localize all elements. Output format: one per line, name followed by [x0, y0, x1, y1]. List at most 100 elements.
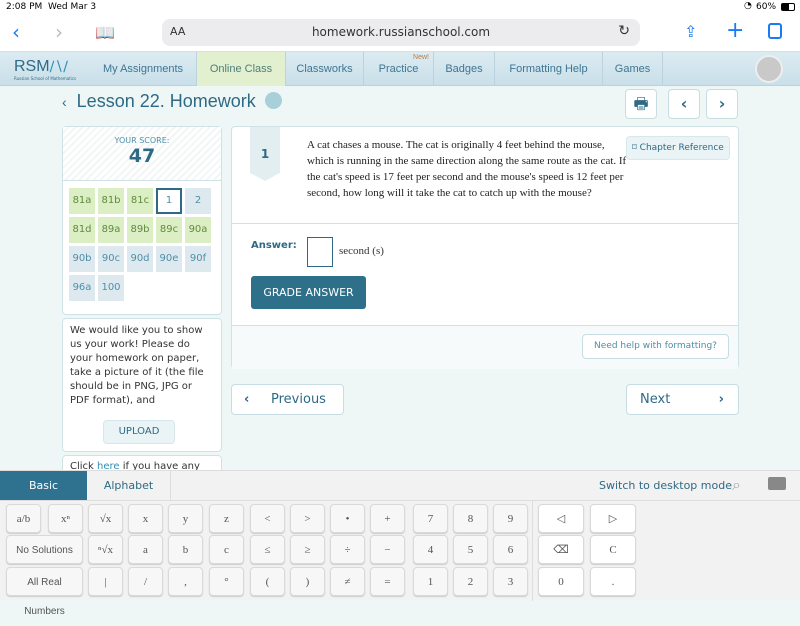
key-side-2-1[interactable]: . [590, 567, 636, 596]
formatting-help-button[interactable]: Need help with formatting? [582, 334, 729, 359]
key-0-4[interactable]: y [168, 504, 203, 533]
new-tab-icon[interactable]: + [726, 18, 744, 43]
battery-level: 60% [756, 2, 777, 12]
problem-100[interactable]: 100 [98, 275, 124, 301]
nav-badges[interactable]: Badges [433, 52, 494, 86]
problem-90f[interactable]: 90f [185, 246, 211, 272]
key-2-9[interactable]: 1 [413, 567, 448, 596]
key-0-3[interactable]: x [128, 504, 163, 533]
question-text: A cat chases a mouse. The cat is origina… [307, 139, 627, 199]
nav-classworks[interactable]: Classworks [285, 52, 363, 86]
key-side-0-1[interactable]: ▷ [590, 504, 636, 533]
tab-alphabet[interactable]: Alphabet [87, 471, 171, 500]
key-side-1-1[interactable]: C [590, 535, 636, 564]
key-2-7[interactable]: ≠ [330, 567, 365, 596]
key-2-11[interactable]: 3 [493, 567, 528, 596]
key-1-2[interactable]: a [128, 535, 163, 564]
key-side-1-0[interactable]: ⌫ [538, 535, 584, 564]
print-button[interactable]: 🖶 [625, 89, 657, 119]
problem-89a[interactable]: 89a [98, 217, 124, 243]
key-0-9[interactable]: + [370, 504, 405, 533]
chapter-reference-button[interactable]: ⌑ Chapter Reference [626, 136, 730, 160]
problem-2[interactable]: 2 [185, 188, 211, 214]
key-0-7[interactable]: > [290, 504, 325, 533]
problem-81b[interactable]: 81b [98, 188, 124, 214]
key-side-2-0[interactable]: 0 [538, 567, 584, 596]
answer-input[interactable] [307, 237, 333, 267]
tab-basic[interactable]: Basic [0, 471, 87, 500]
grade-answer-button[interactable]: GRADE ANSWER [251, 276, 366, 309]
share-icon[interactable]: ⇪ [684, 22, 697, 41]
keyboard-hide-icon[interactable] [768, 477, 786, 490]
score-label: YOUR SCORE: [114, 136, 170, 145]
key-0-6[interactable]: < [250, 504, 285, 533]
problem-90d[interactable]: 90d [127, 246, 153, 272]
key-1-5[interactable]: ≤ [250, 535, 285, 564]
nav-practice[interactable]: Practice New! [363, 52, 433, 86]
key-2-6[interactable]: ) [290, 567, 325, 596]
reload-icon[interactable]: ↻ [618, 23, 630, 39]
forward-icon[interactable]: › [55, 20, 63, 44]
key-0-0[interactable]: a/b [6, 504, 41, 533]
back-chevron-icon[interactable]: ‹ [62, 94, 67, 110]
nav-games[interactable]: Games [602, 52, 662, 86]
key-1-8[interactable]: − [370, 535, 405, 564]
bookmarks-icon[interactable]: 📖 [95, 23, 115, 42]
problem-81a[interactable]: 81a [69, 188, 95, 214]
key-1-3[interactable]: b [168, 535, 203, 564]
address-bar[interactable]: AA homework.russianschool.com ↻ [162, 19, 640, 46]
key-side-0-0[interactable]: ◁ [538, 504, 584, 533]
search-icon[interactable]: ⌕ [732, 475, 741, 495]
next-button[interactable]: Next › [626, 384, 739, 415]
key-2-8[interactable]: = [370, 567, 405, 596]
key-1-7[interactable]: ÷ [330, 535, 365, 564]
key-0-2[interactable]: √x [88, 504, 123, 533]
key-0-8[interactable]: • [330, 504, 365, 533]
key-0-12[interactable]: 9 [493, 504, 528, 533]
key-2-10[interactable]: 2 [453, 567, 488, 596]
lesson-doc-icon[interactable] [264, 92, 282, 109]
key-1-0[interactable]: No Solutions [6, 535, 83, 564]
key-2-4[interactable]: ° [209, 567, 244, 596]
nav-online-class[interactable]: Online Class [196, 52, 285, 86]
key-1-1[interactable]: ⁿ√x [88, 535, 123, 564]
desktop-mode-link[interactable]: Switch to desktop mode [599, 479, 732, 492]
nav-formatting-help[interactable]: Formatting Help [494, 52, 602, 86]
new-badge: New! [413, 54, 429, 61]
key-1-4[interactable]: c [209, 535, 244, 564]
rsm-logo[interactable]: RSM∕∖∕ Russian School of Mathematics [14, 56, 76, 81]
upload-button[interactable]: UPLOAD [103, 420, 175, 444]
key-2-0[interactable]: All Real Numbers [6, 567, 83, 617]
key-0-5[interactable]: z [209, 504, 244, 533]
nav-my-assignments[interactable]: My Assignments [92, 52, 194, 86]
problem-1[interactable]: 1 [156, 188, 182, 214]
key-1-9[interactable]: 4 [413, 535, 448, 564]
prev-problem-button[interactable]: ‹ [668, 89, 700, 119]
problem-96a[interactable]: 96a [69, 275, 95, 301]
next-problem-button[interactable]: › [706, 89, 738, 119]
problem-90b[interactable]: 90b [69, 246, 95, 272]
problem-81d[interactable]: 81d [69, 217, 95, 243]
problem-90c[interactable]: 90c [98, 246, 124, 272]
key-2-3[interactable]: , [168, 567, 203, 596]
key-2-2[interactable]: / [128, 567, 163, 596]
key-1-11[interactable]: 6 [493, 535, 528, 564]
problem-90e[interactable]: 90e [156, 246, 182, 272]
key-0-10[interactable]: 7 [413, 504, 448, 533]
problem-90a[interactable]: 90a [185, 217, 211, 243]
key-0-1[interactable]: xⁿ [48, 504, 83, 533]
problem-81c[interactable]: 81c [127, 188, 153, 214]
avatar[interactable] [755, 55, 783, 83]
previous-button[interactable]: ‹ Previous [231, 384, 344, 415]
key-2-5[interactable]: ( [250, 567, 285, 596]
url-text[interactable]: homework.russianschool.com [162, 25, 640, 39]
tabs-icon[interactable] [768, 23, 782, 39]
key-0-11[interactable]: 8 [453, 504, 488, 533]
key-2-1[interactable]: | [88, 567, 123, 596]
problem-89b[interactable]: 89b [127, 217, 153, 243]
key-1-6[interactable]: ≥ [290, 535, 325, 564]
back-icon[interactable]: ‹ [12, 20, 20, 44]
key-1-10[interactable]: 5 [453, 535, 488, 564]
problem-89c[interactable]: 89c [156, 217, 182, 243]
printer-icon: 🖶 [633, 94, 649, 113]
